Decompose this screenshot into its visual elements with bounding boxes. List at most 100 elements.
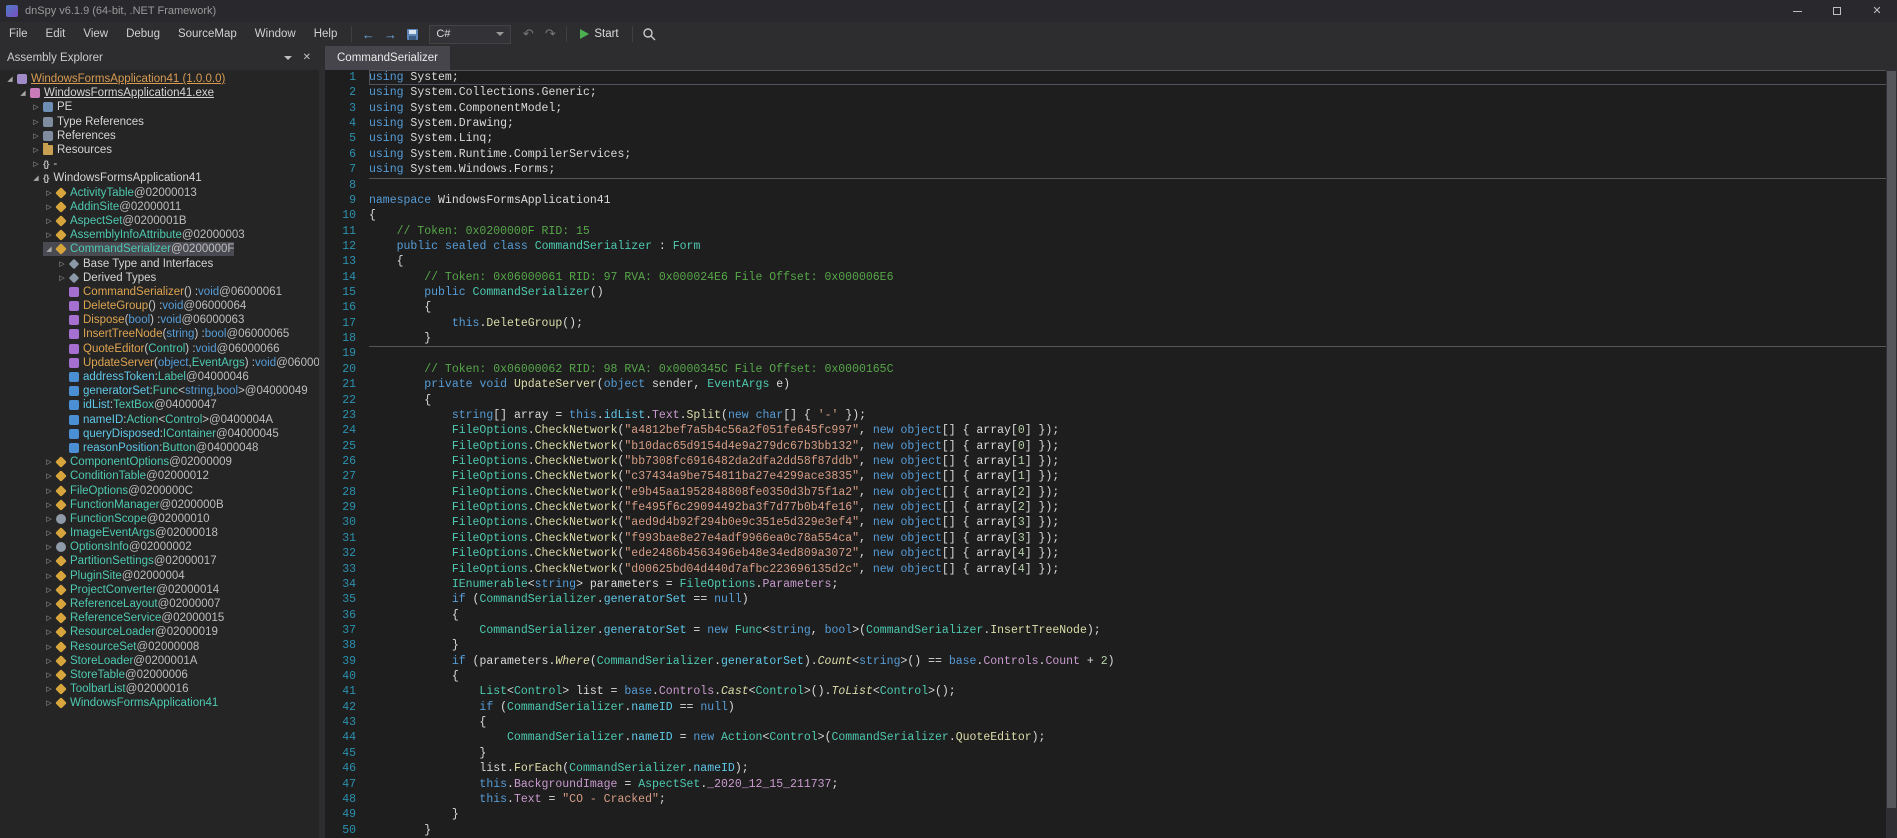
tree-node[interactable]: UpdateServer(object, EventArgs) : void @…: [0, 356, 319, 370]
scrollbar-thumb[interactable]: [1887, 71, 1896, 809]
collapsed-arrow-icon[interactable]: ▷: [30, 132, 42, 140]
expanded-arrow-icon[interactable]: ◢: [17, 89, 29, 97]
tree-node[interactable]: ▷ ImageEventArgs @02000018: [0, 526, 319, 540]
tree-node[interactable]: ▷ PE: [0, 100, 319, 114]
tree-node[interactable]: ▷ ResourceLoader @02000019: [0, 625, 319, 639]
collapsed-arrow-icon[interactable]: ▷: [43, 671, 55, 679]
tree-node[interactable]: ▷ ResourceSet @02000008: [0, 640, 319, 654]
undo-button[interactable]: ↶: [517, 24, 539, 44]
navigate-back-button[interactable]: ←: [357, 24, 379, 44]
collapsed-arrow-icon[interactable]: ▷: [43, 699, 55, 707]
tree-node[interactable]: idList : TextBox @04000047: [0, 398, 319, 412]
collapsed-arrow-icon[interactable]: ▷: [43, 231, 55, 239]
tree-node[interactable]: ▷ ToolbarList @02000016: [0, 682, 319, 696]
tree-node[interactable]: InsertTreeNode(string) : bool @06000065: [0, 327, 319, 341]
tree-node[interactable]: generatorSet : Func < string, bool > @04000…: [0, 384, 319, 398]
collapsed-arrow-icon[interactable]: ▷: [30, 146, 42, 154]
tree-node[interactable]: ▷ PartitionSettings @02000017: [0, 554, 319, 568]
tree-node[interactable]: ▷ AddinSite @02000011: [0, 200, 319, 214]
collapsed-arrow-icon[interactable]: ▷: [43, 685, 55, 693]
collapsed-arrow-icon[interactable]: ▷: [43, 657, 55, 665]
menu-help[interactable]: Help: [305, 28, 347, 40]
collapsed-arrow-icon[interactable]: ▷: [43, 487, 55, 495]
tree-node[interactable]: ▷ WindowsFormsApplication41: [0, 696, 319, 710]
collapsed-arrow-icon[interactable]: ▷: [43, 217, 55, 225]
menu-view[interactable]: View: [74, 28, 117, 40]
collapsed-arrow-icon[interactable]: ▷: [43, 586, 55, 594]
collapsed-arrow-icon[interactable]: ▷: [30, 103, 42, 111]
tree-node[interactable]: ◢{} WindowsFormsApplication41: [0, 171, 319, 185]
tree-node[interactable]: ▷ AssemblyInfoAttribute @02000003: [0, 228, 319, 242]
navigate-forward-button[interactable]: →: [379, 24, 401, 44]
tree-node[interactable]: ▷{} -: [0, 157, 319, 171]
start-debug-button[interactable]: Start: [572, 24, 626, 44]
tree-node[interactable]: ▷ AspectSet @0200001B: [0, 214, 319, 228]
maximize-button[interactable]: [1817, 0, 1857, 22]
close-button[interactable]: ✕: [1857, 0, 1897, 22]
tree-node[interactable]: Dispose(bool) : void @06000063: [0, 313, 319, 327]
menu-window[interactable]: Window: [246, 28, 305, 40]
collapsed-arrow-icon[interactable]: ▷: [43, 600, 55, 608]
collapsed-arrow-icon[interactable]: ▷: [43, 643, 55, 651]
tree-node[interactable]: ▷ StoreTable @02000006: [0, 668, 319, 682]
tree-node[interactable]: ◢ WindowsFormsApplication41 (1.0.0.0): [0, 72, 319, 86]
language-select[interactable]: C#: [429, 24, 512, 44]
tree-node[interactable]: ▷ FileOptions @0200000C: [0, 483, 319, 497]
tree-node[interactable]: nameID : Action < Control > @0400004A: [0, 413, 319, 427]
expanded-arrow-icon[interactable]: ◢: [43, 245, 55, 253]
collapsed-arrow-icon[interactable]: ▷: [43, 515, 55, 523]
collapsed-arrow-icon[interactable]: ▷: [43, 572, 55, 580]
collapsed-arrow-icon[interactable]: ▷: [43, 458, 55, 466]
collapsed-arrow-icon[interactable]: ▷: [43, 557, 55, 565]
collapsed-arrow-icon[interactable]: ▷: [43, 472, 55, 480]
tree-node[interactable]: addressToken : Label @04000046: [0, 370, 319, 384]
redo-button[interactable]: ↷: [539, 24, 561, 44]
collapsed-arrow-icon[interactable]: ▷: [43, 614, 55, 622]
collapsed-arrow-icon[interactable]: ▷: [56, 260, 68, 268]
tree-node[interactable]: ▷ StoreLoader @0200001A: [0, 654, 319, 668]
panel-close-icon[interactable]: ✕: [303, 53, 311, 63]
tree-node[interactable]: ▷ ReferenceLayout @02000007: [0, 597, 319, 611]
tree-node[interactable]: reasonPosition : Button @04000048: [0, 441, 319, 455]
menu-file[interactable]: File: [0, 28, 37, 40]
tree-node[interactable]: ◢ WindowsFormsApplication41.exe: [0, 86, 319, 100]
code-editor[interactable]: 1 using System; 2 using System.Collections.…: [325, 70, 1897, 838]
search-assemblies-button[interactable]: [638, 24, 660, 44]
collapsed-arrow-icon[interactable]: ▷: [43, 543, 55, 551]
tree-node[interactable]: ▷ FunctionScope @02000010: [0, 512, 319, 526]
tree-node[interactable]: ▷ FunctionManager @0200000B: [0, 498, 319, 512]
tree-node[interactable]: QuoteEditor(Control) : void @06000066: [0, 342, 319, 356]
expanded-arrow-icon[interactable]: ◢: [4, 75, 16, 83]
tree-node[interactable]: ▷ Resources: [0, 142, 319, 157]
tree-node[interactable]: ▷ ConditionTable @02000012: [0, 469, 319, 483]
tree-node[interactable]: ▷ ActivityTable @02000013: [0, 186, 319, 200]
tree-node[interactable]: ▷ Base Type and Interfaces: [0, 256, 319, 270]
menu-sourcemap[interactable]: SourceMap: [169, 28, 246, 40]
tree-node[interactable]: ▷ References: [0, 129, 319, 143]
collapsed-arrow-icon[interactable]: ▷: [43, 628, 55, 636]
collapsed-arrow-icon[interactable]: ▷: [43, 501, 55, 509]
minimize-button[interactable]: [1777, 0, 1817, 22]
tree-node[interactable]: ▷ Derived Types: [0, 271, 319, 285]
collapsed-arrow-icon[interactable]: ▷: [30, 118, 42, 126]
collapsed-arrow-icon[interactable]: ▷: [43, 529, 55, 537]
collapsed-arrow-icon[interactable]: ▷: [43, 189, 55, 197]
expanded-arrow-icon[interactable]: ◢: [30, 174, 42, 182]
tree-node[interactable]: ▷ Type References: [0, 115, 319, 129]
tree-node[interactable]: ▷ OptionsInfo @02000002: [0, 540, 319, 554]
tree-node[interactable]: ▷ PluginSite @02000004: [0, 569, 319, 583]
tree-node[interactable]: DeleteGroup() : void @06000064: [0, 299, 319, 313]
tree-node[interactable]: queryDisposed : IContainer @04000045: [0, 427, 319, 441]
save-all-button[interactable]: [401, 24, 423, 44]
collapsed-arrow-icon[interactable]: ▷: [30, 160, 42, 168]
collapsed-arrow-icon[interactable]: ▷: [56, 274, 68, 282]
tree-node[interactable]: ▷ ComponentOptions @02000009: [0, 455, 319, 469]
collapsed-arrow-icon[interactable]: ▷: [43, 203, 55, 211]
tree-node[interactable]: ▷ ReferenceService @02000015: [0, 611, 319, 625]
editor-vertical-scrollbar[interactable]: [1886, 70, 1897, 838]
tree-node[interactable]: ◢ CommandSerializer @0200000F: [0, 242, 319, 257]
tree-node[interactable]: ▷ ProjectConverter @02000014: [0, 583, 319, 597]
panel-menu-chevron-down-icon[interactable]: [283, 56, 292, 60]
menu-debug[interactable]: Debug: [117, 28, 169, 40]
tab-commandserializer[interactable]: CommandSerializer: [325, 46, 450, 70]
